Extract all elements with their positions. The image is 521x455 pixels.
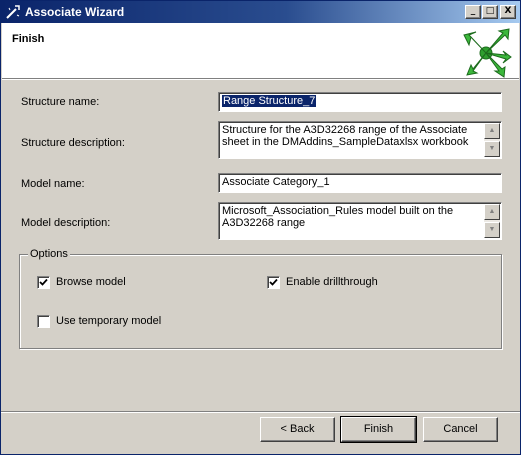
maximize-button[interactable]: □ <box>482 5 498 19</box>
structure-description-field[interactable]: Structure for the A3D32268 range of the … <box>218 121 502 159</box>
scroll-up-icon[interactable]: ▲ <box>484 204 500 220</box>
scroll-up-icon[interactable]: ▲ <box>484 123 500 139</box>
use-temporary-model-checkbox[interactable] <box>37 314 50 328</box>
wizard-arrows-icon <box>463 28 512 78</box>
options-group: Options Browse model Enable drillthrough… <box>19 248 502 349</box>
window-title: Associate Wizard <box>25 5 125 19</box>
structure-description-value: Structure for the A3D32268 range of the … <box>222 124 469 148</box>
structure-name-field[interactable]: Range Structure_7 <box>218 92 502 112</box>
enable-drillthrough-checkbox[interactable] <box>267 275 280 289</box>
structure-name-label: Structure name: <box>21 96 100 108</box>
model-name-label: Model name: <box>21 178 85 190</box>
button-divider <box>1 411 520 413</box>
model-description-label: Model description: <box>21 217 111 229</box>
scroll-down-icon[interactable]: ▼ <box>484 141 500 157</box>
wizard-header: Finish <box>2 23 519 80</box>
associate-wizard-window: Associate Wizard _ □ X Finish Structure … <box>0 0 521 455</box>
page-title: Finish <box>12 33 45 45</box>
enable-drillthrough-option[interactable]: Enable drillthrough <box>267 275 378 289</box>
structure-description-scrollbar[interactable]: ▲ ▼ <box>484 123 500 157</box>
structure-name-value: Range Structure_7 <box>222 95 317 107</box>
checkmark-icon <box>39 278 48 286</box>
back-button[interactable]: < Back <box>260 417 335 442</box>
wizard-app-icon <box>6 5 20 19</box>
scroll-down-icon[interactable]: ▼ <box>484 222 500 238</box>
checkmark-icon <box>269 278 278 286</box>
browse-model-option[interactable]: Browse model <box>37 275 126 289</box>
browse-model-label: Browse model <box>56 276 126 288</box>
model-name-value: Associate Category_1 <box>222 176 330 188</box>
minimize-button[interactable]: _ <box>465 5 481 19</box>
model-description-value: Microsoft_Association_Rules model built … <box>222 205 454 229</box>
close-button[interactable]: X <box>500 5 516 19</box>
title-bar[interactable]: Associate Wizard _ □ X <box>1 1 520 23</box>
browse-model-checkbox[interactable] <box>37 275 50 289</box>
model-name-field[interactable]: Associate Category_1 <box>218 173 502 193</box>
structure-description-label: Structure description: <box>21 137 125 149</box>
finish-button[interactable]: Finish <box>340 416 417 443</box>
use-temporary-model-label: Use temporary model <box>56 315 162 327</box>
cancel-button[interactable]: Cancel <box>423 417 498 442</box>
options-legend: Options <box>28 248 70 260</box>
model-description-scrollbar[interactable]: ▲ ▼ <box>484 204 500 238</box>
model-description-field[interactable]: Microsoft_Association_Rules model built … <box>218 202 502 240</box>
enable-drillthrough-label: Enable drillthrough <box>286 276 378 288</box>
use-temporary-model-option[interactable]: Use temporary model <box>37 314 161 328</box>
